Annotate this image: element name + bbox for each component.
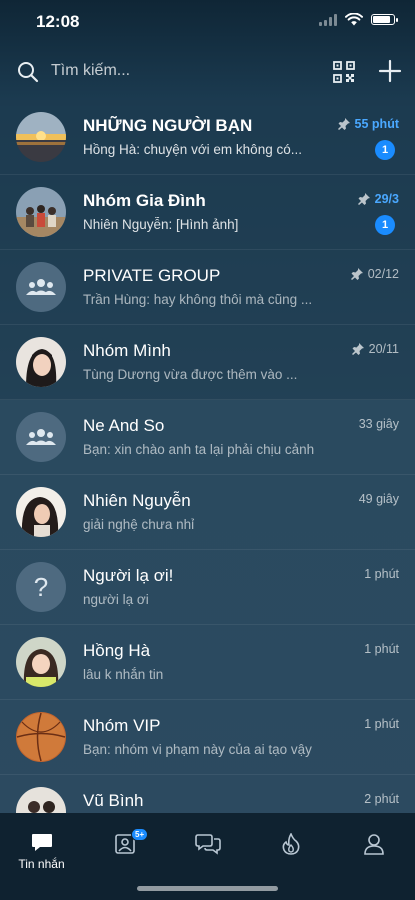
- conversation-meta: 55 phút: [337, 117, 399, 131]
- search-icon[interactable]: [17, 61, 39, 83]
- pin-icon: [351, 343, 364, 355]
- conversation-name: PRIVATE GROUP: [83, 266, 221, 285]
- add-plus-icon[interactable]: [377, 58, 403, 84]
- conversation-name: Nhóm Mình: [83, 341, 171, 360]
- conversation-meta: 20/11: [351, 342, 399, 356]
- conversation-time: 49 giây: [358, 492, 399, 506]
- group-placeholder-avatar: [16, 262, 66, 312]
- question-mark-icon: ?: [33, 571, 49, 602]
- conversation-time: 33 giây: [358, 417, 399, 431]
- chat-bubbles-icon: [194, 834, 221, 855]
- conversation-time: 1 phút: [364, 717, 399, 731]
- conversation-row[interactable]: Nhiên Nguyễn giải nghệ chưa nhỉ 49 giây: [0, 475, 415, 550]
- status-time: 12:08: [36, 12, 80, 31]
- conversation-row[interactable]: NHỮNG NGƯỜI BẠN Hồng Hà: chuyện với em k…: [0, 100, 415, 175]
- conversation-row[interactable]: ? Người lạ ơi! người lạ ơi 1 phút: [0, 550, 415, 625]
- status-icons: [319, 13, 398, 26]
- conversation-meta: 1 phút: [364, 717, 399, 731]
- conversation-row[interactable]: Hồng Hà lâu k nhắn tin 1 phút: [0, 625, 415, 700]
- conversation-meta: 02/12: [350, 267, 399, 281]
- conversation-time: 29/3: [374, 192, 399, 206]
- conversation-meta: 33 giây: [359, 417, 399, 431]
- search-bar: Tìm kiếm...: [0, 46, 415, 98]
- group-avatar: [16, 337, 66, 387]
- group-avatar: [16, 187, 66, 237]
- conversation-preview: Bạn: nhóm vi phạm này của ai tạo vậy: [83, 742, 312, 757]
- tab-diary[interactable]: [249, 813, 332, 873]
- cellular-signal-icon: [319, 13, 337, 26]
- tab-profile[interactable]: [332, 813, 415, 873]
- bottom-tab-bar: Tin nhắn 5+: [0, 813, 415, 900]
- home-indicator: [137, 886, 278, 891]
- stranger-avatar: ?: [16, 562, 66, 612]
- conversation-time: 20/11: [368, 342, 399, 356]
- contacts-badge: 5+: [131, 828, 149, 841]
- conversation-preview: Nhiên Nguyễn: [Hình ảnh]: [83, 217, 239, 232]
- group-placeholder-avatar: [16, 412, 66, 462]
- conversation-preview: Hồng Hà: chuyện với em không có...: [83, 142, 302, 157]
- group-icon: [26, 429, 56, 445]
- status-bar: 12:08: [0, 0, 415, 44]
- user-avatar: [16, 787, 66, 813]
- search-input[interactable]: Tìm kiếm...: [51, 62, 130, 80]
- conversation-row[interactable]: Ne And So Bạn: xin chào anh ta lại phải …: [0, 400, 415, 475]
- conversation-preview: Bạn: xin chào anh ta lại phải chịu cảnh: [83, 442, 315, 457]
- battery-icon: [371, 14, 398, 25]
- conversation-name: Nhiên Nguyễn: [83, 491, 191, 510]
- conversation-meta: 29/3: [357, 192, 399, 206]
- conversation-time: 55 phút: [354, 117, 399, 131]
- conversation-row[interactable]: Nhóm Mình Tùng Dương vừa được thêm vào .…: [0, 325, 415, 400]
- conversation-row[interactable]: Vũ Bình 2 phút: [0, 775, 415, 813]
- conversation-name: Hồng Hà: [83, 641, 151, 660]
- profile-icon: [363, 834, 384, 855]
- conversation-name: Ne And So: [83, 416, 165, 435]
- conversation-meta: 1 phút: [364, 567, 399, 581]
- pin-icon: [357, 193, 370, 205]
- conversation-name: NHỮNG NGƯỜI BẠN: [83, 116, 253, 135]
- conversation-preview: giải nghệ chưa nhỉ: [83, 517, 195, 532]
- conversation-list[interactable]: NHỮNG NGƯỜI BẠN Hồng Hà: chuyện với em k…: [0, 100, 415, 813]
- conversation-preview: Tùng Dương vừa được thêm vào ...: [83, 367, 298, 382]
- conversation-row[interactable]: Nhóm Gia Đình Nhiên Nguyễn: [Hình ảnh] 2…: [0, 175, 415, 250]
- tab-messages[interactable]: Tin nhắn: [0, 813, 83, 873]
- conversation-meta: 49 giây: [359, 492, 399, 506]
- tab-discover[interactable]: [166, 813, 249, 873]
- group-avatar: [16, 112, 66, 162]
- conversation-name: Người lạ ơi!: [83, 566, 174, 585]
- wifi-icon: [345, 13, 363, 26]
- conversation-preview: người lạ ơi: [83, 592, 149, 607]
- pin-icon: [350, 268, 363, 280]
- conversation-name: Nhóm Gia Đình: [83, 191, 206, 210]
- conversation-preview: Trần Hùng: hay không thôi mà cũng ...: [83, 292, 313, 307]
- qr-scan-icon[interactable]: [332, 60, 356, 84]
- group-icon: [26, 279, 56, 295]
- conversation-row[interactable]: Nhóm VIP Bạn: nhóm vi phạm này của ai tạ…: [0, 700, 415, 775]
- pin-icon: [337, 118, 350, 130]
- conversation-meta: 2 phút: [364, 792, 399, 806]
- conversation-row[interactable]: PRIVATE GROUP Trần Hùng: hay không thôi …: [0, 250, 415, 325]
- conversation-meta: 1 phút: [364, 642, 399, 656]
- user-avatar: [16, 637, 66, 687]
- unread-badge: 1: [375, 215, 395, 235]
- conversation-name: Vũ Bình: [83, 791, 144, 810]
- user-avatar: [16, 487, 66, 537]
- flame-icon: [282, 833, 299, 855]
- chat-bubble-icon: [31, 834, 52, 851]
- conversation-time: 1 phút: [364, 642, 399, 656]
- conversation-time: 02/12: [367, 267, 399, 281]
- tab-contacts[interactable]: 5+: [83, 813, 166, 873]
- tab-messages-label: Tin nhắn: [18, 857, 65, 871]
- conversation-name: Nhóm VIP: [83, 716, 161, 735]
- group-avatar: [16, 712, 66, 762]
- conversation-time: 2 phút: [364, 792, 399, 806]
- conversation-preview: lâu k nhắn tin: [83, 667, 164, 682]
- conversation-time: 1 phút: [364, 567, 399, 581]
- unread-badge: 1: [375, 140, 395, 160]
